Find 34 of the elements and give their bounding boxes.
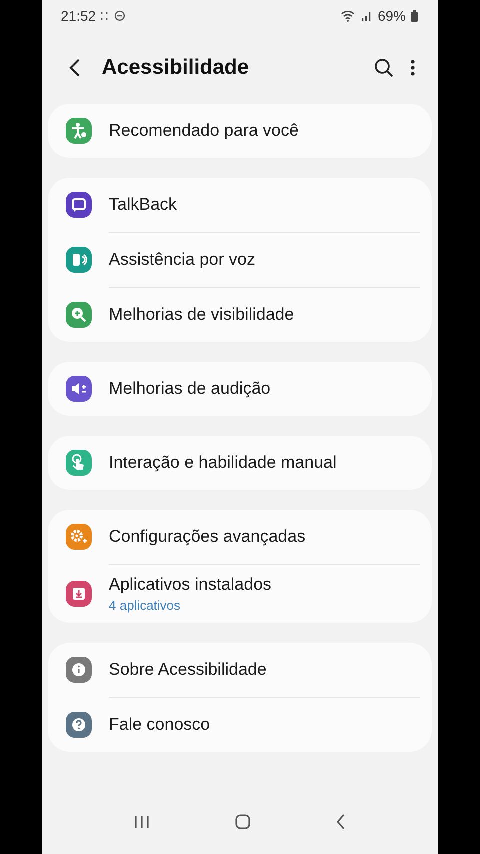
back-icon — [68, 58, 82, 78]
item-title: Configurações avançadas — [109, 527, 306, 547]
battery-level: 69% — [378, 8, 406, 24]
settings-item[interactable]: Recomendado para você — [60, 104, 420, 158]
settings-item[interactable]: Fale conosco — [60, 698, 420, 752]
item-title: Melhorias de audição — [109, 379, 271, 399]
settings-item[interactable]: Melhorias de visibilidade — [60, 288, 420, 342]
home-icon — [234, 814, 251, 830]
settings-item[interactable]: Assistência por voz — [60, 233, 420, 287]
item-title: Interação e habilidade manual — [109, 453, 337, 473]
page-title: Acessibilidade — [102, 56, 250, 80]
item-title: Aplicativos instalados — [109, 575, 272, 595]
item-title: Sobre Acessibilidade — [109, 660, 267, 680]
settings-item[interactable]: Sobre Acessibilidade — [60, 643, 420, 697]
settings-item[interactable]: Melhorias de audição — [60, 362, 420, 416]
item-title: Assistência por voz — [109, 250, 256, 270]
recent-apps-icon — [134, 815, 150, 829]
signal-icon — [360, 10, 373, 22]
search-icon — [374, 58, 394, 78]
more-icon — [410, 59, 416, 77]
item-title: Recomendado para você — [109, 121, 299, 141]
settings-item[interactable]: Aplicativos instalados 4 aplicativos — [60, 565, 420, 623]
back-icon — [336, 814, 346, 830]
notification-icons — [101, 10, 128, 22]
item-title: Fale conosco — [109, 715, 210, 735]
item-title: Melhorias de visibilidade — [109, 305, 294, 325]
wifi-icon — [340, 10, 356, 22]
battery-icon — [411, 10, 418, 22]
settings-item[interactable]: TalkBack — [60, 178, 420, 232]
item-subtitle: 4 aplicativos — [109, 598, 182, 613]
settings-item[interactable]: Configurações avançadas — [60, 510, 420, 564]
item-title: TalkBack — [109, 195, 178, 215]
settings-item[interactable]: Interação e habilidade manual — [60, 436, 420, 490]
status-time: 21:52 — [61, 8, 96, 24]
